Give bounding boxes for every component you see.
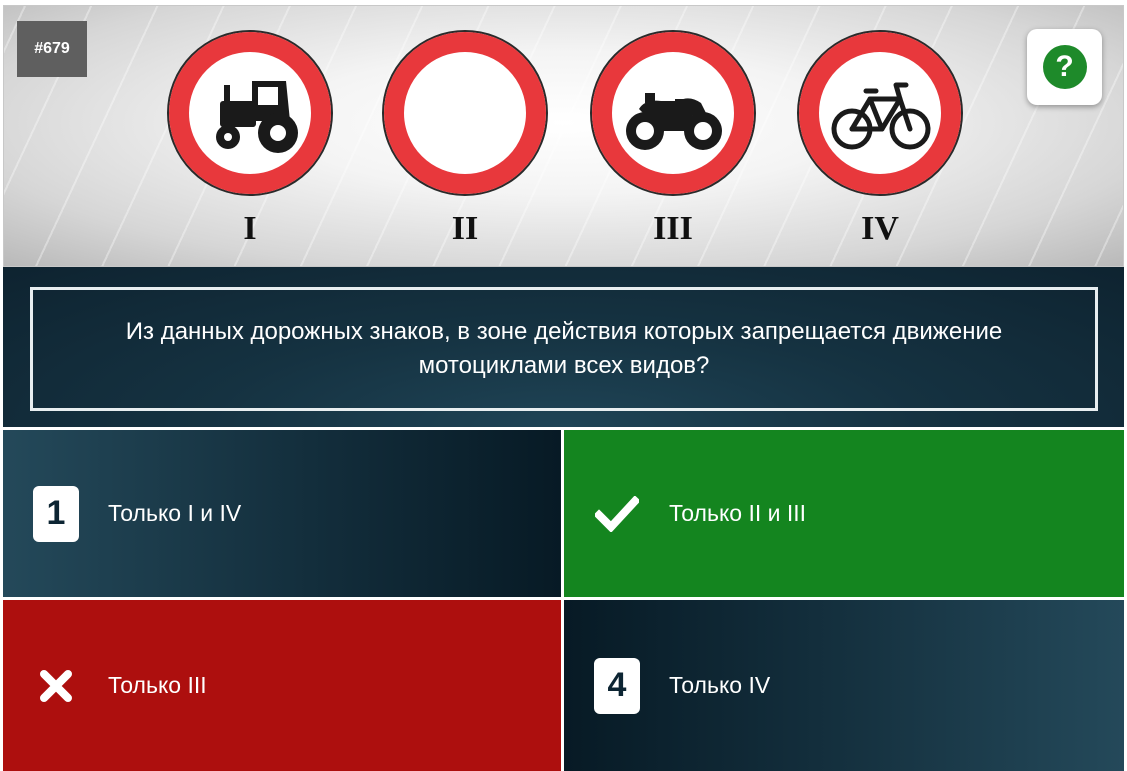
help-button[interactable]: ? — [1027, 29, 1102, 105]
answer-text: Только I и IV — [108, 500, 242, 526]
question-mark-icon: ? — [1042, 45, 1087, 89]
tractor-icon — [167, 30, 333, 196]
answer-number-badge: 1 — [33, 485, 79, 542]
quiz-card: #679 I II III IV ? Из данных дорожных зн… — [3, 5, 1124, 771]
road-signs-group: I II III IV — [4, 6, 1123, 266]
answer-option-3[interactable]: Только III — [3, 600, 561, 771]
question-image: #679 I II III IV ? — [3, 5, 1124, 267]
sign-empty — [381, 29, 549, 197]
answer-grid: 1 Только I и IV Только II и III Только I… — [3, 430, 1124, 771]
sign-tractor — [166, 29, 334, 197]
answer-option-4[interactable]: 4 Только IV — [564, 600, 1124, 771]
answer-text: Только II и III — [669, 500, 807, 526]
sign-motorcycle — [589, 29, 757, 197]
question-panel: Из данных дорожных знаков, в зоне действ… — [3, 267, 1124, 427]
sign-label: II — [451, 210, 479, 247]
question-frame: Из данных дорожных знаков, в зоне действ… — [30, 287, 1098, 411]
check-icon — [594, 486, 640, 542]
answer-number-badge: 4 — [594, 657, 640, 714]
empty-sign-icon — [382, 30, 548, 196]
sign-label: III — [653, 210, 693, 247]
answer-text: Только IV — [669, 672, 771, 698]
cross-icon — [33, 658, 79, 714]
sign-label: I — [243, 210, 257, 247]
answer-option-2[interactable]: Только II и III — [564, 430, 1124, 597]
bicycle-icon — [797, 30, 963, 196]
sign-bicycle — [796, 29, 964, 197]
question-text: Из данных дорожных знаков, в зоне действ… — [125, 318, 1003, 379]
answer-text: Только III — [108, 672, 207, 698]
motorcycle-icon — [590, 30, 756, 196]
answer-option-1[interactable]: 1 Только I и IV — [3, 430, 561, 597]
sign-label: IV — [861, 210, 899, 247]
